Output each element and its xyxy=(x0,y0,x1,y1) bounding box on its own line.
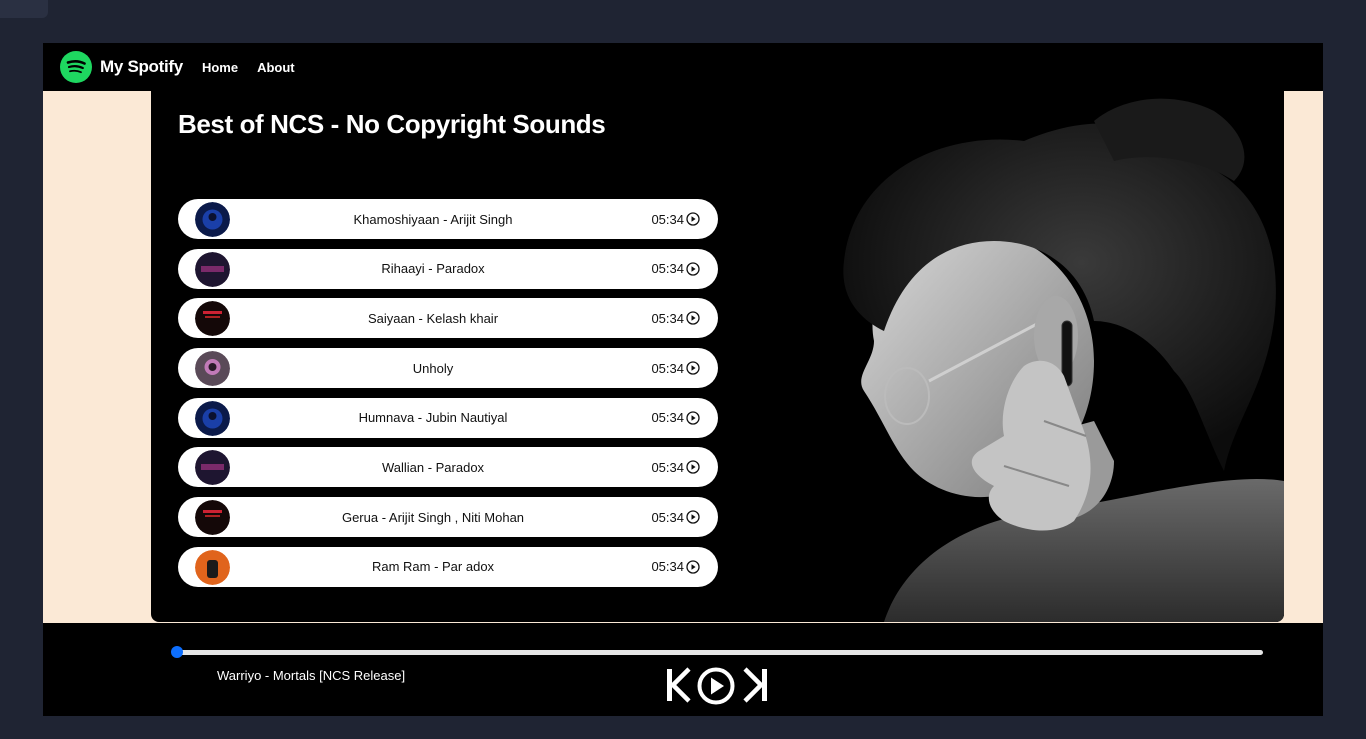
song-item[interactable]: Ram Ram - Par adox 05:34 xyxy=(178,546,718,587)
song-cover xyxy=(195,251,230,287)
brand-name[interactable]: My Spotify xyxy=(100,57,183,77)
song-title: Wallian - Paradox xyxy=(381,459,485,475)
song-cover xyxy=(195,450,230,486)
play-circle-icon[interactable] xyxy=(686,262,700,276)
skip-previous-icon[interactable] xyxy=(665,667,691,703)
play-circle-icon[interactable] xyxy=(686,510,700,524)
song-item[interactable]: Saiyaan - Kelash khair 05:34 xyxy=(178,298,718,339)
player-controls xyxy=(665,667,770,707)
song-title: Saiyaan - Kelash khair xyxy=(367,310,499,326)
song-duration: 05:34 xyxy=(651,211,684,227)
song-duration: 05:34 xyxy=(651,261,684,277)
song-item[interactable]: Unholy 05:34 xyxy=(178,348,718,389)
song-title: Rihaayi - Paradox xyxy=(381,261,485,277)
play-circle-icon[interactable] xyxy=(686,361,700,375)
nav-link-about[interactable]: About xyxy=(257,60,295,75)
song-title: Unholy xyxy=(412,360,454,376)
song-cover xyxy=(195,301,230,337)
navbar: My Spotify Home About xyxy=(43,43,1323,91)
browser-tab[interactable] xyxy=(0,0,48,18)
song-item[interactable]: Rihaayi - Paradox 05:34 xyxy=(178,248,718,289)
song-title: Ram Ram - Par adox xyxy=(371,559,495,575)
song-duration: 05:34 xyxy=(651,559,684,575)
song-duration: 05:34 xyxy=(651,360,684,376)
song-duration: 05:34 xyxy=(651,310,684,326)
play-circle-icon[interactable] xyxy=(686,460,700,475)
song-item[interactable]: Gerua - Arijit Singh , Niti Mohan 05:34 xyxy=(178,497,718,538)
progress-bar[interactable] xyxy=(177,650,1263,655)
progress-thumb[interactable] xyxy=(171,646,183,658)
girl-with-earbuds-photo xyxy=(794,91,1284,622)
play-circle-icon[interactable] xyxy=(686,560,700,574)
song-duration: 05:34 xyxy=(651,410,684,426)
song-cover xyxy=(195,549,230,585)
song-cover xyxy=(195,500,230,536)
play-circle-icon[interactable] xyxy=(686,311,700,326)
song-title: Humnava - Jubin Nautiyal xyxy=(358,410,508,426)
playlist-title: Best of NCS - No Copyright Sounds xyxy=(178,109,606,139)
nav-link-home[interactable]: Home xyxy=(202,60,238,75)
playlist-container: Best of NCS - No Copyright Sounds Khamos… xyxy=(151,91,1284,622)
song-title: Khamoshiyaan - Arijit Singh xyxy=(353,211,513,227)
song-duration: 05:34 xyxy=(651,459,684,475)
song-list: Khamoshiyaan - Arijit Singh 05:34 Rihaay… xyxy=(178,199,718,597)
song-item[interactable]: Wallian - Paradox 05:34 xyxy=(178,447,718,488)
now-playing-title: Warriyo - Mortals [NCS Release] xyxy=(217,668,406,683)
player-bar: Warriyo - Mortals [NCS Release] xyxy=(43,623,1323,716)
play-circle-icon[interactable] xyxy=(697,667,735,705)
browser-toolbar-strip xyxy=(0,0,1366,20)
song-title: Gerua - Arijit Singh , Niti Mohan xyxy=(341,509,525,525)
app-window: My Spotify Home About Best of NCS - No C… xyxy=(43,43,1323,716)
song-duration: 05:34 xyxy=(651,509,684,525)
song-cover xyxy=(195,202,230,237)
play-circle-icon[interactable] xyxy=(686,212,700,226)
song-item[interactable]: Humnava - Jubin Nautiyal 05:34 xyxy=(178,397,718,438)
play-circle-icon[interactable] xyxy=(686,411,700,425)
song-item[interactable]: Khamoshiyaan - Arijit Singh 05:34 xyxy=(178,199,718,239)
song-cover xyxy=(195,351,230,387)
spotify-logo-icon[interactable] xyxy=(60,51,92,83)
song-cover xyxy=(195,400,230,436)
skip-next-icon[interactable] xyxy=(743,667,769,703)
